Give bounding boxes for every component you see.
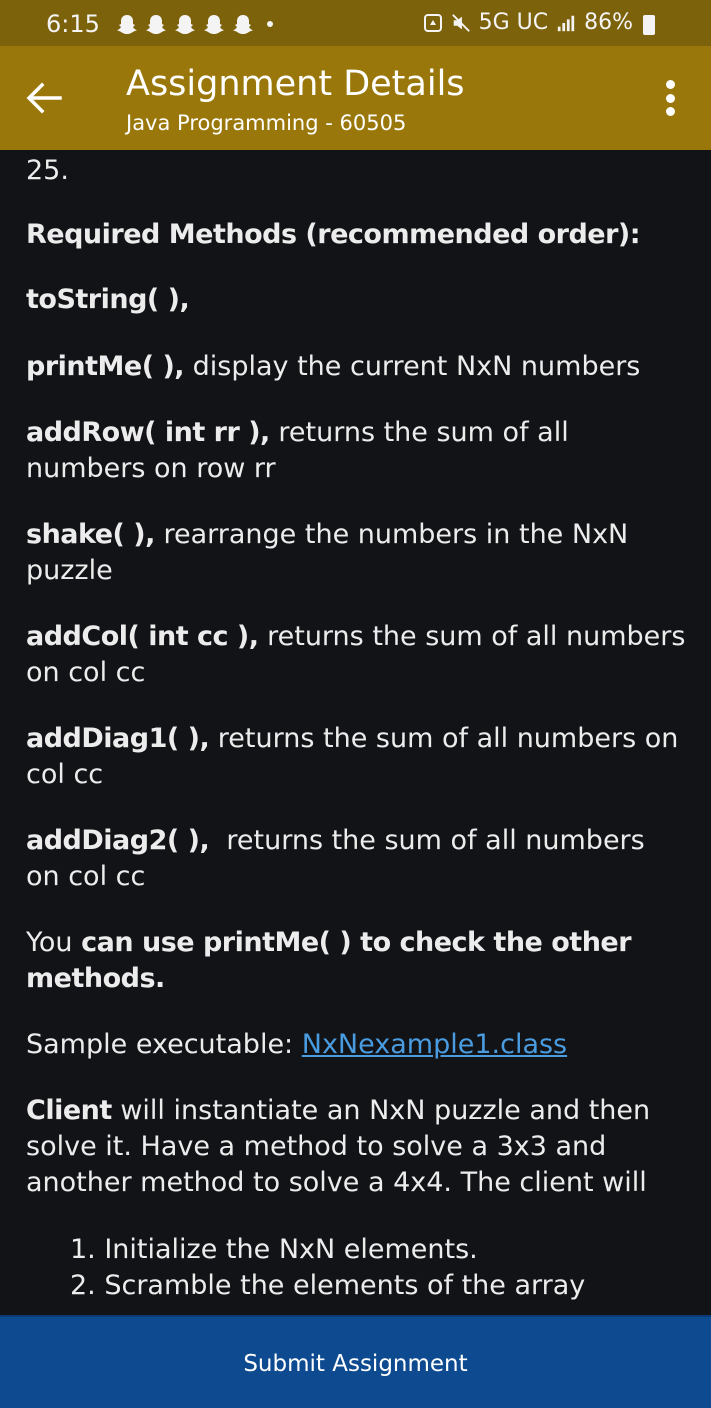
printme-note: You can use printMe( ) to check the othe… [26, 927, 632, 994]
notification-icons [116, 13, 273, 35]
method-item: printMe( ), display the current NxN numb… [26, 351, 641, 382]
battery-percent: 86% [584, 10, 633, 35]
status-bar: 6:15 5G UC 86% [0, 0, 711, 46]
app-bar: Assignment Details Java Programming - 60… [0, 46, 711, 150]
page-title: Assignment Details [126, 64, 465, 104]
battery-icon [643, 15, 655, 35]
back-button[interactable] [22, 76, 66, 120]
snapchat-icon [145, 13, 167, 35]
more-notifications-dot-icon [267, 21, 273, 27]
client-paragraph: Client will instantiate an NxN puzzle an… [26, 1095, 651, 1198]
required-methods-heading: Required Methods (recommended order): [26, 219, 641, 250]
text-fragment: 25. [26, 155, 69, 186]
status-right-group: 5G UC 86% [423, 10, 655, 35]
more-options-button[interactable] [655, 76, 685, 120]
more-vert-icon [665, 80, 675, 89]
list-item: 1. Initialize the NxN elements. [70, 1234, 478, 1265]
snapchat-icon [203, 13, 225, 35]
method-item: addRow( int rr ), returns the sum of all… [26, 417, 569, 484]
method-item: addDiag2( ), returns the sum of all numb… [26, 825, 654, 892]
signal-icon [557, 15, 575, 31]
arrow-back-icon [26, 82, 62, 114]
method-item: addDiag1( ), returns the sum of all numb… [26, 723, 679, 790]
network-type: 5G UC [478, 10, 549, 35]
submit-bar: Submit Assignment [0, 1315, 711, 1408]
list-item: 2. Scramble the elements of the array [70, 1270, 586, 1301]
submit-assignment-button[interactable]: Submit Assignment [0, 1317, 711, 1408]
course-subtitle: Java Programming - 60505 [126, 111, 407, 135]
status-time: 6:15 [46, 10, 100, 38]
recycle-icon [423, 13, 442, 32]
method-item: shake( ), rearrange the numbers in the N… [26, 519, 629, 586]
snapchat-icon [232, 13, 254, 35]
method-item: addCol( int cc ), returns the sum of all… [26, 621, 686, 688]
client-steps-list: 1. Initialize the NxN elements. 2. Scram… [70, 1232, 585, 1304]
method-item: toString( ), [26, 284, 190, 315]
sample-executable: Sample executable: NxNexample1.class [26, 1029, 568, 1060]
snapchat-icon [116, 13, 138, 35]
mute-icon [451, 13, 470, 32]
sample-executable-link[interactable]: NxNexample1.class [302, 1029, 567, 1060]
assignment-description: 25. Required Methods (recommended order)… [0, 150, 711, 1315]
snapchat-icon [174, 13, 196, 35]
